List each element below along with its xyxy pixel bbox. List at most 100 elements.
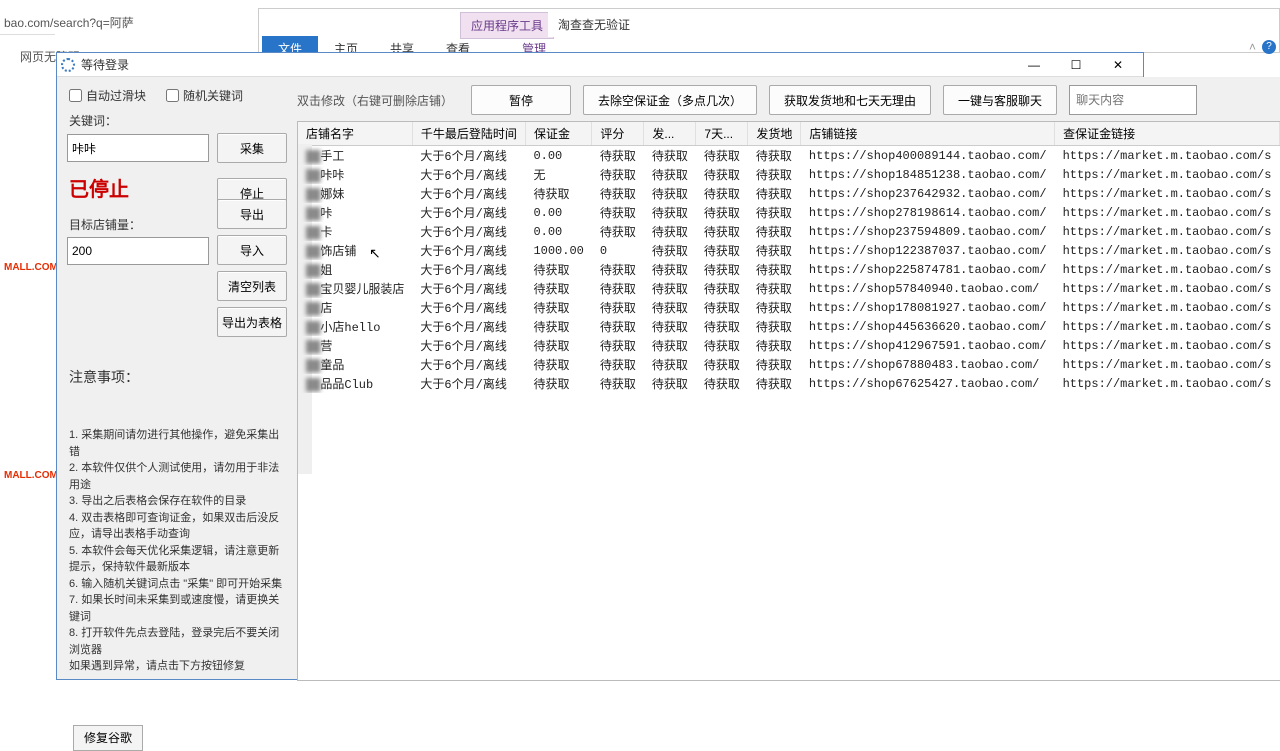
cell: 待获取 (525, 336, 591, 355)
table-row[interactable]: ██宝贝婴儿服装店大于6个月/离线待获取待获取待获取待获取待获取https://… (298, 279, 1279, 298)
app-window: 等待登录 — ☐ ✕ 自动过滑块 随机关键词 关键词： 采集 已停止 停止 目标… (56, 52, 1144, 680)
cell: 待获取 (644, 298, 696, 317)
table-row[interactable]: ██店大于6个月/离线待获取待获取待获取待获取待获取https://shop17… (298, 298, 1279, 317)
clear-list-button[interactable]: 清空列表 (217, 271, 287, 301)
cell: 0.00 (525, 222, 591, 241)
col-link[interactable]: 店铺链接 (801, 122, 1055, 146)
col-seven[interactable]: 7天... (696, 122, 748, 146)
table-row[interactable]: ██咔大于6个月/离线0.00待获取待获取待获取待获取https://shop2… (298, 203, 1279, 222)
cell: ██店 (298, 298, 412, 317)
table-row[interactable]: ██品品Club大于6个月/离线待获取待获取待获取待获取待获取https://s… (298, 374, 1279, 393)
window-title: 等待登录 (81, 56, 129, 73)
table-row[interactable]: ██童品大于6个月/离线待获取待获取待获取待获取待获取https://shop6… (298, 355, 1279, 374)
export-button[interactable]: 导出 (217, 199, 287, 229)
col-deposit[interactable]: 保证金 (525, 122, 591, 146)
table-row[interactable]: ██营大于6个月/离线待获取待获取待获取待获取待获取https://shop41… (298, 336, 1279, 355)
note-line: 1. 采集期间请勿进行其他操作，避免采集出错 (69, 427, 285, 460)
repair-button[interactable]: 修复谷歌 (73, 725, 143, 751)
table-header-row: 店铺名字 千牛最后登陆时间 保证金 评分 发... 7天... 发货地 店铺链接… (298, 122, 1279, 146)
col-last-login[interactable]: 千牛最后登陆时间 (412, 122, 525, 146)
table-row[interactable]: ██手工大于6个月/离线0.00待获取待获取待获取待获取https://shop… (298, 146, 1279, 166)
cell: ██品品Club (298, 374, 412, 393)
cell: 待获取 (592, 279, 644, 298)
cell: 待获取 (748, 260, 801, 279)
cell: 大于6个月/离线 (412, 203, 525, 222)
cell: 大于6个月/离线 (412, 260, 525, 279)
cell: https://market.m.taobao.com/s (1055, 260, 1280, 279)
pause-button[interactable]: 暂停 (471, 85, 571, 115)
contextual-tab-title: 淘查查无验证 (548, 12, 640, 37)
cell: ██营 (298, 336, 412, 355)
cell: 待获取 (748, 317, 801, 336)
cell: ██手工 (298, 146, 412, 166)
cell: ██宝贝婴儿服装店 (298, 279, 412, 298)
table-row[interactable]: ██饰店铺大于6个月/离线1000.000待获取待获取待获取https://sh… (298, 241, 1279, 260)
cell: https://market.m.taobao.com/s (1055, 165, 1280, 184)
cell: 待获取 (748, 184, 801, 203)
right-panel: 双击修改（右键可删除店铺） 暂停 去除空保证金（多点几次） 获取发货地和七天无理… (297, 77, 1280, 679)
cell: https://shop412967591.taobao.com/ (801, 336, 1055, 355)
cell: ██小店hello (298, 317, 412, 336)
cell: 大于6个月/离线 (412, 355, 525, 374)
cell: ██姐 (298, 260, 412, 279)
cell: 待获取 (592, 336, 644, 355)
import-button[interactable]: 导入 (217, 235, 287, 265)
minimize-button[interactable]: — (1013, 53, 1055, 77)
cell: https://market.m.taobao.com/s (1055, 336, 1280, 355)
cell: ██饰店铺 (298, 241, 412, 260)
browser-url: bao.com/search?q=阿萨 (0, 14, 134, 31)
close-button[interactable]: ✕ (1097, 53, 1139, 77)
table-row[interactable]: ██娜妹大于6个月/离线待获取待获取待获取待获取待获取https://shop2… (298, 184, 1279, 203)
cell: 大于6个月/离线 (412, 317, 525, 336)
cell: https://shop122387037.taobao.com/ (801, 241, 1055, 260)
chat-input[interactable] (1069, 85, 1197, 115)
remove-empty-deposit-button[interactable]: 去除空保证金（多点几次） (583, 85, 757, 115)
keyword-input[interactable] (67, 134, 209, 162)
left-panel: 自动过滑块 随机关键词 关键词： 采集 已停止 停止 目标店铺量： 导出 导入 … (57, 77, 297, 679)
checkbox-auto-slider[interactable]: 自动过滑块 (69, 87, 146, 104)
col-shop-name[interactable]: 店铺名字 (298, 122, 412, 146)
table-row[interactable]: ██咔咔大于6个月/离线无待获取待获取待获取待获取https://shop184… (298, 165, 1279, 184)
cell: 待获取 (644, 260, 696, 279)
notes-section: 注意事项： 1. 采集期间请勿进行其他操作，避免采集出错2. 本软件仅供个人测试… (67, 367, 287, 751)
note-line: 3. 导出之后表格会保存在软件的目录 (69, 493, 285, 510)
col-check-link[interactable]: 查保证金链接 (1055, 122, 1280, 146)
cell: 待获取 (525, 355, 591, 374)
cell: 待获取 (748, 298, 801, 317)
collapse-ribbon-icon[interactable]: ˄ (1249, 40, 1256, 54)
cell: ██咔咔 (298, 165, 412, 184)
checkbox-random-keyword[interactable]: 随机关键词 (166, 87, 243, 104)
cell: 待获取 (644, 184, 696, 203)
cell: 大于6个月/离线 (412, 146, 525, 166)
table-row[interactable]: ██姐大于6个月/离线待获取待获取待获取待获取待获取https://shop22… (298, 260, 1279, 279)
cell: https://market.m.taobao.com/s (1055, 146, 1280, 166)
cell: 待获取 (525, 279, 591, 298)
chat-cs-button[interactable]: 一键与客服聊天 (943, 85, 1057, 115)
cell: https://shop225874781.taobao.com/ (801, 260, 1055, 279)
cell: https://market.m.taobao.com/s (1055, 317, 1280, 336)
col-ship[interactable]: 发... (644, 122, 696, 146)
target-input[interactable] (67, 237, 209, 265)
col-score[interactable]: 评分 (592, 122, 644, 146)
cell: 待获取 (525, 184, 591, 203)
collect-button[interactable]: 采集 (217, 133, 287, 163)
help-icon[interactable]: ? (1262, 40, 1276, 54)
cell: ██卡 (298, 222, 412, 241)
cell: 待获取 (748, 203, 801, 222)
cell: 待获取 (592, 374, 644, 393)
col-place[interactable]: 发货地 (748, 122, 801, 146)
cell: 无 (525, 165, 591, 184)
maximize-button[interactable]: ☐ (1055, 53, 1097, 77)
cell: 大于6个月/离线 (412, 374, 525, 393)
cell: https://shop184851238.taobao.com/ (801, 165, 1055, 184)
cell: 待获取 (525, 298, 591, 317)
data-table[interactable]: 店铺名字 千牛最后登陆时间 保证金 评分 发... 7天... 发货地 店铺链接… (297, 121, 1280, 681)
cell: https://market.m.taobao.com/s (1055, 241, 1280, 260)
table-row[interactable]: ██小店hello大于6个月/离线待获取待获取待获取待获取待获取https://… (298, 317, 1279, 336)
cell: https://market.m.taobao.com/s (1055, 184, 1280, 203)
cell: 待获取 (696, 146, 748, 166)
fetch-shipping-button[interactable]: 获取发货地和七天无理由 (769, 85, 931, 115)
table-row[interactable]: ██卡大于6个月/离线0.00待获取待获取待获取待获取https://shop2… (298, 222, 1279, 241)
export-table-button[interactable]: 导出为表格 (217, 307, 287, 337)
cell: 待获取 (592, 165, 644, 184)
